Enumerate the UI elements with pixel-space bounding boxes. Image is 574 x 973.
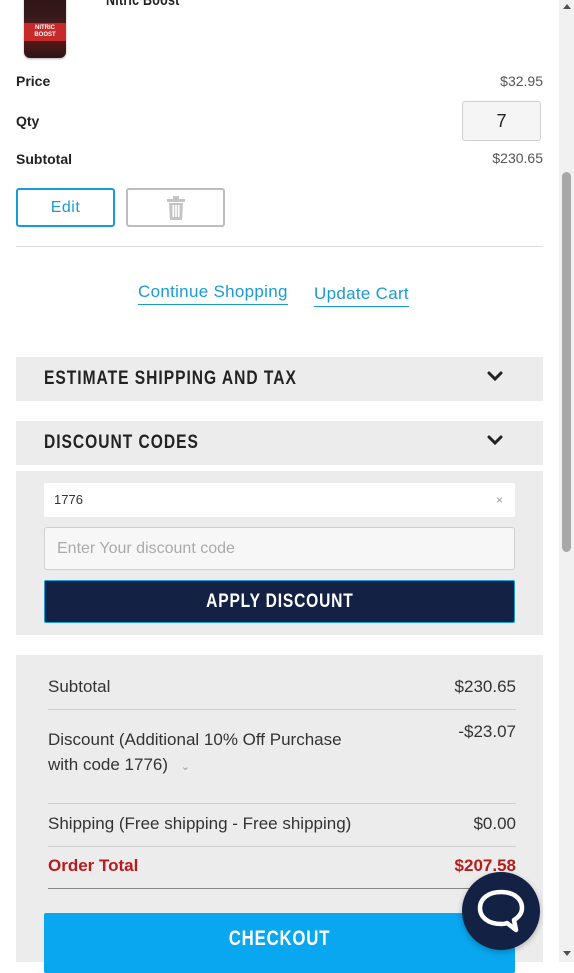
price-label: Price <box>16 73 51 89</box>
price-value: $32.95 <box>500 73 543 89</box>
applied-discount-code: 1776 × <box>44 483 515 517</box>
discount-codes-title: DISCOUNT CODES <box>44 432 199 453</box>
edit-button[interactable]: Edit <box>16 188 115 227</box>
order-total-row: Order Total $207.58 <box>48 856 516 876</box>
summary-discount-label-line2: with code 1776) <box>48 755 169 774</box>
discount-codes-body: 1776 × APPLY DISCOUNT <box>16 471 543 635</box>
chevron-down-icon <box>487 435 503 446</box>
checkout-label: CHECKOUT <box>228 927 331 950</box>
summary-shipping-value: $0.00 <box>473 814 516 833</box>
summary-subtotal-row: Subtotal $230.65 <box>48 677 516 697</box>
product-image-label: NITRIC BOOST <box>24 23 66 41</box>
qty-label: Qty <box>16 113 40 129</box>
applied-code-text: 1776 <box>54 492 83 507</box>
scroll-up-arrow[interactable] <box>563 4 571 9</box>
item-subtotal-label: Subtotal <box>16 151 72 167</box>
discount-code-input[interactable] <box>44 527 515 570</box>
product-name[interactable]: Nitric Boost <box>106 0 180 10</box>
item-subtotal-value: $230.65 <box>492 150 543 166</box>
estimate-shipping-title: ESTIMATE SHIPPING AND TAX <box>44 368 297 389</box>
divider <box>48 888 516 889</box>
delete-button[interactable] <box>126 188 225 227</box>
estimate-shipping-panel-header[interactable]: ESTIMATE SHIPPING AND TAX <box>16 357 543 401</box>
chat-button[interactable] <box>462 872 540 950</box>
qty-input[interactable]: 7 <box>462 101 541 141</box>
chevron-down-icon <box>487 371 503 382</box>
discount-toggle-icon[interactable]: ⌄ <box>181 761 190 773</box>
summary-discount-row: Discount (Additional 10% Off Purchase wi… <box>48 722 516 780</box>
scrollbar[interactable] <box>559 0 574 962</box>
remove-code-icon[interactable]: × <box>496 483 503 517</box>
divider <box>48 709 516 710</box>
update-cart-link[interactable]: Update Cart <box>314 284 409 307</box>
apply-discount-button[interactable]: APPLY DISCOUNT <box>44 580 515 623</box>
summary-shipping-label: Shipping (Free shipping - Free shipping) <box>48 814 352 833</box>
product-image[interactable]: NITRIC BOOST <box>24 0 66 58</box>
summary-subtotal-value: $230.65 <box>454 677 516 696</box>
discount-codes-panel-header[interactable]: DISCOUNT CODES <box>16 421 543 465</box>
chat-bubble-icon <box>477 889 525 933</box>
order-total-label: Order Total <box>48 856 139 875</box>
divider <box>48 803 516 804</box>
divider <box>16 246 543 247</box>
trash-icon <box>166 195 185 220</box>
scrollbar-thumb[interactable] <box>562 172 571 552</box>
continue-shopping-link[interactable]: Continue Shopping <box>138 282 288 305</box>
summary-shipping-row: Shipping (Free shipping - Free shipping)… <box>48 814 516 834</box>
apply-discount-label: APPLY DISCOUNT <box>205 590 354 612</box>
summary-discount-label-line1: Discount (Additional 10% Off Purchase <box>48 730 342 749</box>
checkout-button[interactable]: CHECKOUT <box>44 913 515 973</box>
scroll-down-arrow[interactable] <box>563 951 571 956</box>
divider <box>48 846 516 847</box>
summary-subtotal-label: Subtotal <box>48 677 111 696</box>
summary-discount-value: -$23.07 <box>458 722 516 741</box>
